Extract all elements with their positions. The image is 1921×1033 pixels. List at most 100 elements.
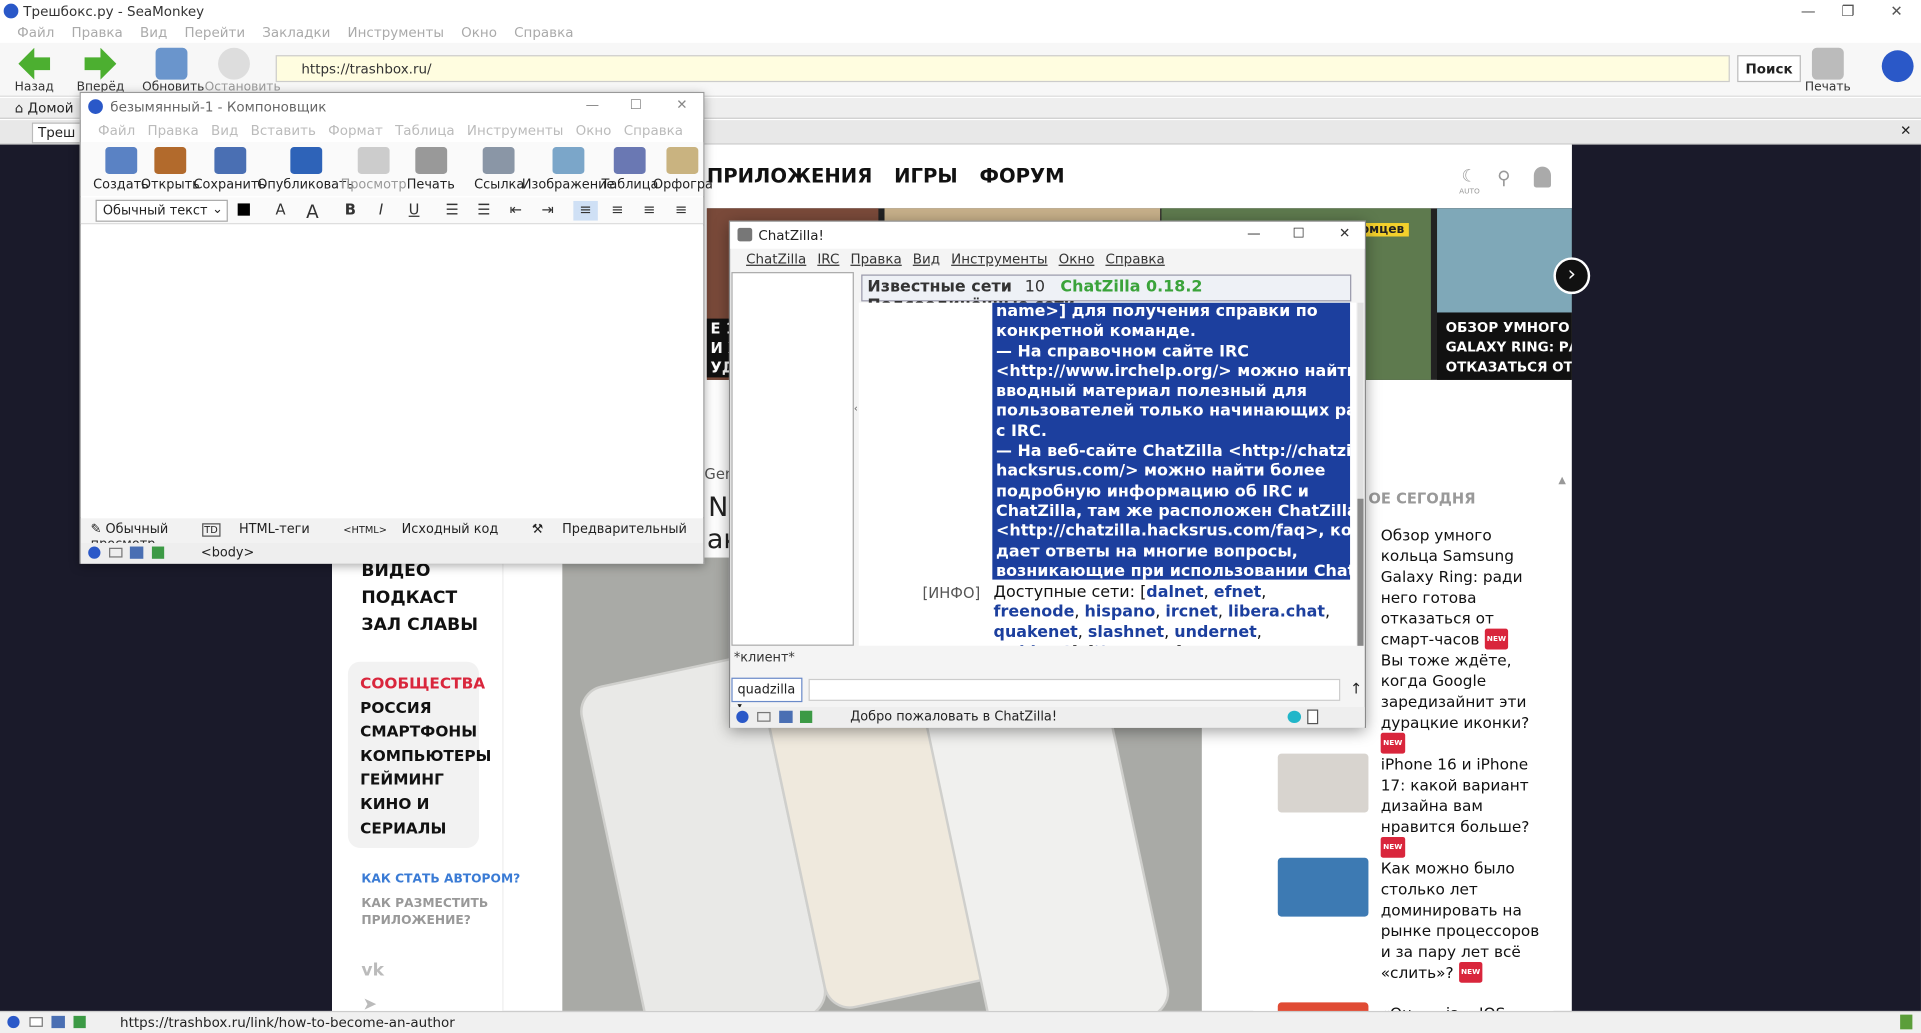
mail-icon[interactable]	[29, 1017, 43, 1027]
text-color-icon[interactable]	[237, 203, 250, 216]
maximize-icon[interactable]: ☐	[1292, 225, 1304, 241]
composer-menu-item-1[interactable]: Правка	[147, 123, 198, 139]
chatzilla-menu-item-6[interactable]: Справка	[1105, 251, 1164, 267]
mail-icon[interactable]	[757, 711, 771, 722]
chatzilla-menu-item-2[interactable]: Правка	[850, 251, 901, 267]
log-scroll-thumb[interactable]	[1357, 498, 1364, 646]
client-tab[interactable]: *клиент*	[734, 651, 795, 666]
composer-icon[interactable]	[129, 546, 144, 559]
chat-icon[interactable]	[799, 710, 813, 723]
bullet-list-icon[interactable]: ☰	[440, 201, 465, 221]
message-log[interactable]: name>] для получения справки по конкретно…	[858, 302, 1357, 646]
tab-html-tags[interactable]: TD HTML-теги	[201, 522, 325, 537]
network-link[interactable]: quakenet	[994, 623, 1078, 641]
align-left-icon[interactable]: ≡	[573, 200, 598, 221]
bold-icon[interactable]: B	[338, 201, 363, 221]
chatzilla-menu-item-4[interactable]: Инструменты	[951, 251, 1047, 267]
align-center-icon[interactable]: ≡	[605, 201, 630, 221]
become-author-link[interactable]: КАК СТАТЬ АВТОРОМ?	[361, 872, 520, 885]
place-app-link-1[interactable]: КАК РАЗМЕСТИТЬ	[361, 897, 488, 910]
close-icon[interactable]: ✕	[1890, 2, 1902, 19]
nav-podcast-link[interactable]: ПОДКАСТ	[361, 588, 502, 608]
mail-icon[interactable]	[109, 547, 123, 558]
communities-header[interactable]: СООБЩЕСТВА	[360, 672, 485, 696]
community-cinema-2[interactable]: СЕРИАЛЫ	[360, 816, 467, 840]
nav-apps-link[interactable]: ПРИЛОЖЕНИЯ	[707, 164, 872, 187]
network-link[interactable]: freenode	[994, 603, 1075, 621]
maximize-icon[interactable]: ☐	[630, 97, 642, 113]
close-icon[interactable]: ✕	[1339, 225, 1350, 241]
online-status-icon[interactable]	[7, 1015, 20, 1029]
dark-mode-toggle-icon[interactable]: ☾	[1462, 167, 1477, 187]
menu-item-6[interactable]: Окно	[461, 25, 497, 41]
restore-icon[interactable]: ❐	[1841, 2, 1854, 19]
menu-item-5[interactable]: Инструменты	[348, 25, 444, 41]
network-link[interactable]: hispano	[1085, 603, 1156, 621]
align-right-icon[interactable]: ≡	[637, 201, 662, 221]
print-button[interactable]: Печать	[1798, 45, 1857, 94]
numbered-list-icon[interactable]: ☰	[472, 201, 497, 221]
network-link[interactable]: slashnet	[1088, 623, 1164, 641]
menu-item-4[interactable]: Закладки	[262, 25, 330, 41]
user-account-icon[interactable]	[1533, 166, 1551, 188]
nav-forum-link[interactable]: ФОРУМ	[980, 164, 1065, 187]
underline-icon[interactable]: U	[402, 201, 427, 221]
composer-print-button[interactable]: Печать	[407, 145, 455, 192]
composer-open-button[interactable]: Открыть	[141, 145, 200, 192]
address-bar[interactable]: https://trashbox.ru/	[275, 55, 1730, 83]
online-status-icon[interactable]	[736, 710, 749, 723]
minimize-icon[interactable]: —	[586, 97, 599, 113]
site-search-icon[interactable]: ⚲	[1497, 167, 1510, 189]
composer-menu-item-7[interactable]: Окно	[576, 123, 612, 139]
nav-video-link[interactable]: ВИДЕО	[361, 561, 502, 581]
smaller-font-icon[interactable]: A	[268, 201, 293, 221]
browser-tab[interactable]: Треш	[31, 122, 86, 144]
composer-menu-item-4[interactable]: Формат	[328, 123, 383, 139]
nav-hall-of-fame-link[interactable]: ЗАЛ СЛАВЫ	[361, 615, 502, 635]
chatzilla-menu-item-0[interactable]: ChatZilla	[746, 251, 806, 267]
composer-menu-item-8[interactable]: Справка	[624, 123, 683, 139]
scroll-up-icon[interactable]: ▲	[1558, 474, 1566, 485]
log-scrollbar[interactable]	[1357, 302, 1364, 646]
tab-normal[interactable]: ✎ Обычный	[91, 522, 183, 537]
composer-preview-button[interactable]: Просмотр	[341, 145, 407, 192]
network-link[interactable]: ircnet	[1165, 603, 1218, 621]
vk-icon[interactable]: vk	[361, 961, 384, 981]
place-app-link-2[interactable]: ПРИЛОЖЕНИЕ?	[361, 914, 470, 927]
menu-item-2[interactable]: Вид	[140, 25, 167, 41]
chatzilla-menu-item-1[interactable]: IRC	[817, 251, 839, 267]
larger-font-icon[interactable]: A	[300, 201, 325, 223]
close-tab-icon[interactable]: ✕	[1900, 123, 1911, 139]
stop-button[interactable]: Остановить	[205, 45, 281, 94]
indent-icon[interactable]: ⇥	[535, 201, 560, 221]
network-link[interactable]: efnet	[1214, 583, 1261, 601]
composer-menu-item-5[interactable]: Таблица	[395, 123, 455, 139]
composer-image-button[interactable]: Изображение	[522, 145, 614, 192]
composer-table-button[interactable]: Таблица	[602, 145, 658, 192]
composer-menu-item-0[interactable]: Файл	[98, 123, 135, 139]
back-button[interactable]: Назад	[5, 45, 64, 94]
chat-icon[interactable]	[151, 546, 165, 559]
network-link[interactable]: webbnet	[994, 643, 1072, 646]
outdent-icon[interactable]: ⇤	[504, 201, 529, 221]
menu-item-7[interactable]: Справка	[514, 25, 573, 41]
home-button[interactable]: ⌂ Домой	[15, 100, 74, 116]
minimize-icon[interactable]: —	[1801, 2, 1816, 19]
composer-icon[interactable]	[779, 710, 793, 723]
message-input[interactable]	[808, 678, 1341, 701]
search-button[interactable]: Поиск	[1737, 55, 1801, 83]
minimize-icon[interactable]: —	[1247, 225, 1260, 241]
composer-menu-item-3[interactable]: Вставить	[251, 123, 316, 139]
menu-item-0[interactable]: Файл	[17, 25, 54, 41]
carousel-next-icon[interactable]: ›	[1553, 257, 1591, 295]
composer-spell-button[interactable]: Орфогра	[653, 145, 713, 192]
splitter-handle[interactable]: ‹	[854, 403, 858, 414]
close-icon[interactable]: ✕	[676, 97, 687, 113]
community-smartphones[interactable]: СМАРТФОНЫ	[360, 720, 477, 744]
online-status-icon[interactable]	[88, 546, 101, 559]
chatzilla-menu-item-3[interactable]: Вид	[913, 251, 940, 267]
chatzilla-menu-item-5[interactable]: Окно	[1059, 251, 1095, 267]
forward-button[interactable]: Вперёд	[71, 45, 130, 94]
community-computers[interactable]: КОМПЬЮТЕРЫ	[360, 744, 491, 768]
community-gaming[interactable]: ГЕЙМИНГ	[360, 768, 467, 792]
